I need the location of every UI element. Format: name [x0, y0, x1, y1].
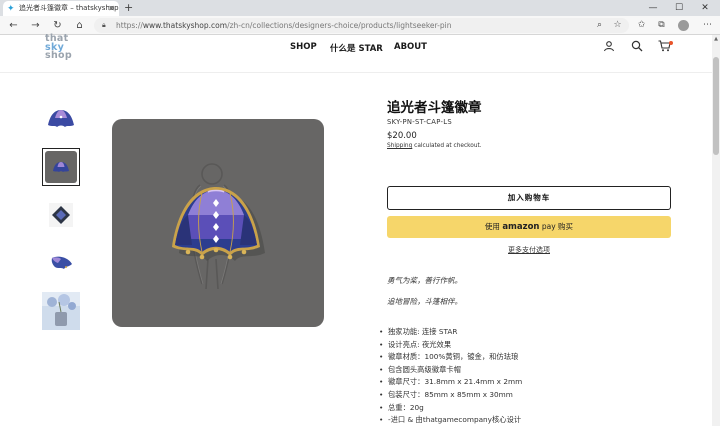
browser-toolbar: ← → ↻ ⌂ 🔒︎ https://www.thatskyshop.com/z…: [0, 16, 720, 35]
nav-about[interactable]: ABOUT: [394, 42, 427, 52]
pin-front-thumbnail-image: [48, 110, 74, 127]
thumbnail-5[interactable]: [42, 292, 80, 330]
address-bar[interactable]: 🔒︎ https://www.thatskyshop.com/zh-cn/col…: [94, 18, 629, 33]
url-host: www.thatskyshop.com: [142, 21, 228, 30]
amazon-pay-suffix: 购买: [555, 222, 574, 231]
more-payment-options-link[interactable]: 更多支付选项: [387, 245, 671, 255]
profile-avatar[interactable]: [678, 20, 689, 31]
logo-line-shop: shop: [45, 50, 72, 61]
shipping-link[interactable]: Shipping: [387, 143, 412, 149]
maximize-icon[interactable]: ☐: [666, 0, 692, 16]
feature-list: 独家功能: 连接 STAR 设计亮点: 夜光效果 徽章材质：100%黄铜，镀金，…: [379, 326, 522, 426]
lock-icon: 🔒︎: [102, 21, 106, 29]
amazon-pay-button[interactable]: 使用 amazon pay 购买: [387, 216, 671, 238]
url-scheme: https://: [116, 21, 143, 30]
scroll-up-arrow-icon[interactable]: ▲: [712, 35, 720, 43]
new-tab-button[interactable]: +: [124, 0, 133, 15]
amazon-logo-text: amazon: [502, 222, 540, 232]
page-scrollbar[interactable]: ▲: [712, 35, 720, 426]
feature-item: 徽章材质：100%黄铜，镀金，和仿珐琅: [379, 351, 522, 364]
product-sku: SKY-PN-ST-CAP-LS: [387, 118, 452, 126]
feature-item: 设计亮点: 夜光效果: [379, 339, 522, 352]
forward-icon[interactable]: →: [28, 18, 43, 33]
scroll-thumb[interactable]: [713, 57, 719, 155]
site-logo[interactable]: that sky shop: [45, 34, 72, 61]
amazon-pay-word: pay: [539, 222, 556, 231]
shipping-text: calculated at checkout.: [412, 143, 482, 149]
feature-item: 包装尺寸：85mm x 85mm x 30mm: [379, 389, 522, 402]
site-header: that sky shop SHOP 什么是 STAR ABOUT: [0, 34, 712, 73]
product-title: 追光者斗篷徽章: [387, 100, 482, 116]
pin-angle-thumbnail-image: [51, 256, 72, 269]
zoom-icon[interactable]: ⌕: [592, 18, 607, 33]
feature-item: 包含圆头高级徽章卡帽: [379, 364, 522, 377]
lightseeker-pin-image: [172, 163, 265, 290]
browser-tab-bar: ✦ 追光者斗篷徽章 – thatskyshop ✕ + — ☐ ✕: [0, 0, 720, 16]
collections-icon[interactable]: ⧉: [654, 18, 669, 33]
main-product-image[interactable]: [112, 119, 324, 327]
description-line-2: 追地冒险，斗篷相伴。: [387, 297, 462, 306]
product-price: $20.00: [387, 131, 417, 141]
pin-on-card-thumbnail-image: [45, 151, 77, 183]
minimize-icon[interactable]: —: [640, 0, 666, 16]
back-icon[interactable]: ←: [6, 18, 21, 33]
feature-item: 独家功能: 连接 STAR: [379, 326, 522, 339]
browser-tab[interactable]: ✦ 追光者斗篷徽章 – thatskyshop ✕: [3, 1, 119, 16]
lifestyle-photo-thumbnail-image: [42, 292, 80, 330]
tab-close-icon[interactable]: ✕: [108, 1, 115, 16]
url-path: /zh-cn/collections/designers-choice/prod…: [227, 21, 452, 30]
feature-item: -进口 & 由thatgamecompany核心设计: [379, 414, 522, 426]
feature-item: 徽章尺寸：31.8mm x 21.4mm x 2mm: [379, 376, 522, 389]
tab-title: 追光者斗篷徽章 – thatskyshop: [19, 4, 119, 12]
amazon-pay-prefix: 使用: [484, 222, 503, 231]
nav-shop[interactable]: SHOP: [290, 42, 317, 52]
favorite-star-icon[interactable]: ☆: [610, 18, 625, 33]
cart-badge: [669, 41, 673, 45]
thumbnail-3[interactable]: [42, 196, 80, 234]
nav-what-is-star[interactable]: 什么是 STAR: [330, 42, 383, 54]
thumbnail-4[interactable]: [42, 244, 80, 282]
home-icon[interactable]: ⌂: [72, 18, 87, 33]
add-to-cart-button[interactable]: 加入购物车: [387, 186, 671, 210]
description-line-1: 勇气为桨，善行作帆。: [387, 276, 462, 285]
search-icon[interactable]: [629, 40, 645, 56]
favorites-icon[interactable]: ✩: [634, 18, 649, 33]
sky-star-icon: ✦: [7, 4, 15, 14]
thumbnail-2-selected[interactable]: [42, 148, 80, 186]
shipping-note: Shipping calculated at checkout.: [387, 143, 482, 149]
menu-icon[interactable]: ⋯: [700, 18, 715, 33]
account-icon[interactable]: [601, 40, 617, 56]
reload-icon[interactable]: ↻: [50, 18, 65, 33]
pin-package-thumbnail-image: [49, 203, 73, 227]
feature-item: 总重：20g: [379, 402, 522, 415]
window-close-icon[interactable]: ✕: [692, 0, 718, 16]
thumbnail-1[interactable]: [42, 100, 80, 138]
